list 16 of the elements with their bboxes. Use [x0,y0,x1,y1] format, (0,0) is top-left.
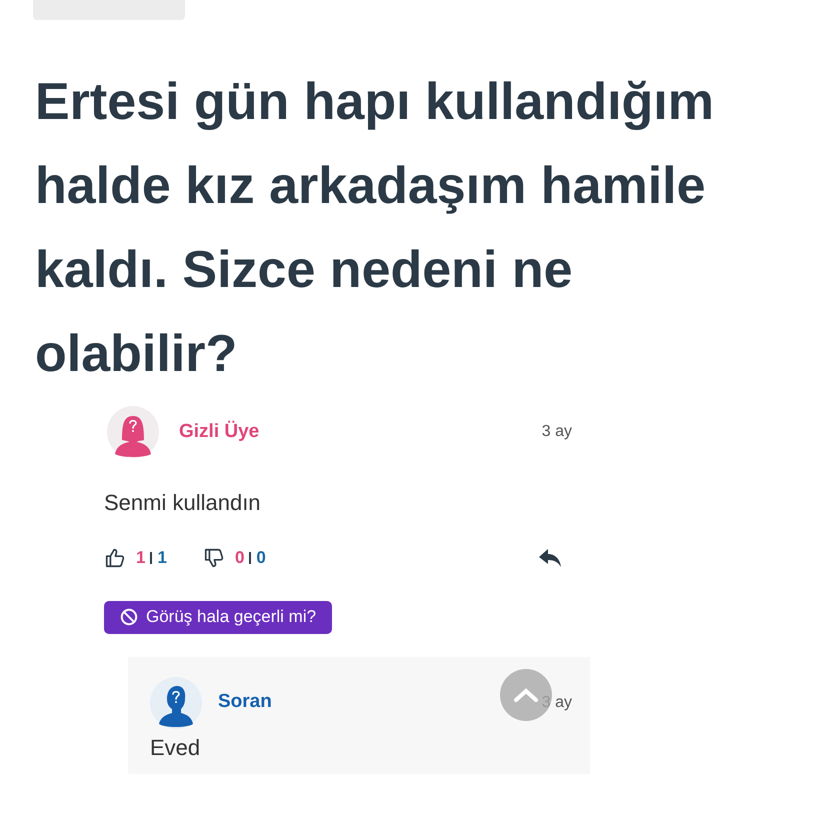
reply-icon[interactable] [538,548,562,568]
author-name[interactable]: Soran [218,688,272,717]
comment-text: Senmi kullandın [103,489,262,517]
author-name[interactable]: Gizli Üye [179,418,260,446]
chevron-up-icon [513,686,539,702]
question-title: Ertesi gün hapı kullandığım halde kız arkadaşım hamile kaldı. Sizce nedeni ne olabilir? [35,72,715,385]
count: 1 [136,547,146,569]
count: 0 [234,547,244,569]
validity-button[interactable]: Görüş hala geçerli mi? [104,600,332,634]
thumbs-down-icon[interactable] [202,546,225,569]
count: 0 [256,547,266,569]
timestamp: 3 ay [542,422,572,442]
count: 1 [157,547,167,569]
prohibited-icon [120,608,138,626]
thumbs-up-icon[interactable] [104,546,126,569]
reply-text: Eved [150,734,202,762]
